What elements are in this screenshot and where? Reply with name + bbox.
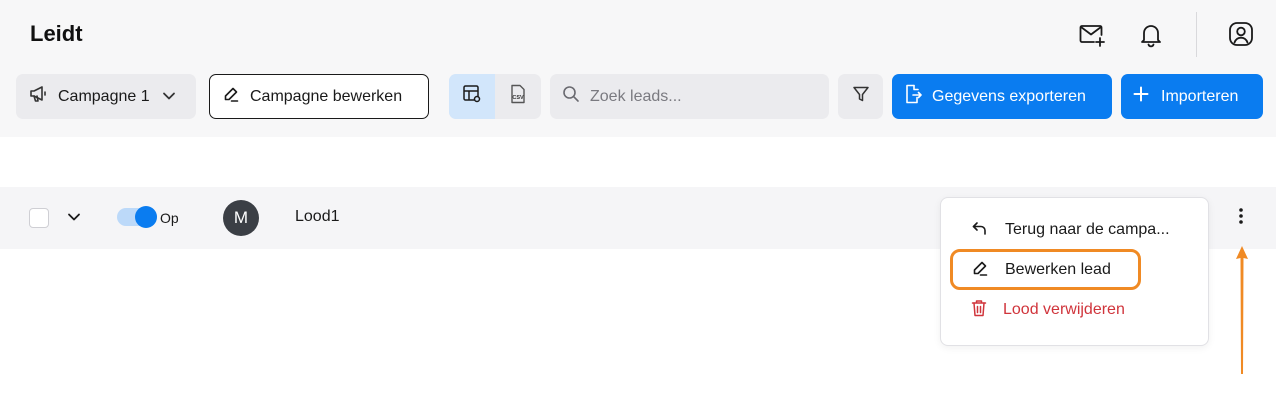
more-actions-button[interactable] <box>1229 205 1253 231</box>
csv-view-button[interactable]: CSV <box>495 74 541 119</box>
page-title: Leidt <box>30 21 83 46</box>
csv-file-icon: CSV <box>509 84 527 109</box>
campaign-select-value: Campagne 1 <box>58 87 150 105</box>
toggle-label: Op <box>160 210 179 226</box>
menu-item-label: Lood verwijderen <box>1003 301 1125 318</box>
trash-icon <box>971 299 987 322</box>
mail-add-icon[interactable] <box>1076 20 1108 50</box>
pointer-arrow <box>1234 246 1250 381</box>
lead-toggle[interactable] <box>117 206 157 228</box>
import-button[interactable]: Importeren <box>1121 74 1263 119</box>
filter-icon <box>852 85 870 108</box>
return-arrow-icon <box>971 220 989 241</box>
search-icon <box>562 85 580 108</box>
search-box <box>550 74 829 119</box>
bell-icon[interactable] <box>1137 20 1165 50</box>
table-view-icon <box>462 84 482 109</box>
chevron-down-icon <box>162 88 176 106</box>
campaign-select[interactable]: Campagne 1 <box>16 74 196 119</box>
table-view-button[interactable] <box>449 74 495 119</box>
edit-campaign-button[interactable]: Campagne bewerken <box>209 74 429 119</box>
chevron-down-icon <box>66 211 82 228</box>
row-checkbox[interactable] <box>29 208 49 228</box>
lead-name[interactable]: Lood1 <box>295 208 340 226</box>
menu-item-label: Terug naar de campa... <box>1005 221 1170 238</box>
expand-row-button[interactable] <box>66 210 82 229</box>
import-label: Importeren <box>1161 87 1239 105</box>
edit-campaign-label: Campagne bewerken <box>250 87 403 105</box>
export-data-label: Gegevens exporteren <box>932 87 1086 105</box>
plus-icon <box>1133 86 1149 107</box>
export-data-button[interactable]: Gegevens exporteren <box>892 74 1112 119</box>
avatar: M <box>223 200 259 236</box>
file-export-icon <box>904 84 922 109</box>
menu-item-delete-lead[interactable]: Lood verwijderen <box>941 293 1210 327</box>
highlight-outline <box>950 249 1141 290</box>
header-divider <box>1196 12 1197 57</box>
csv-icon-text: CSV <box>512 95 524 101</box>
user-profile-icon[interactable] <box>1226 19 1256 49</box>
view-toggle: CSV <box>449 74 541 119</box>
search-input[interactable] <box>590 87 810 106</box>
more-vertical-icon <box>1238 207 1244 230</box>
toggle-knob <box>135 206 157 228</box>
menu-item-back-to-campaign[interactable]: Terug naar de campa... <box>941 213 1210 247</box>
filter-button[interactable] <box>838 74 883 119</box>
pencil-icon <box>222 85 240 108</box>
top-bar: Leidt Campagne 1 Campagne bewerken CSV Z… <box>0 0 1276 137</box>
megaphone-icon <box>28 85 48 108</box>
leads-page: Leidt Campagne 1 Campagne bewerken CSV Z… <box>0 0 1276 410</box>
